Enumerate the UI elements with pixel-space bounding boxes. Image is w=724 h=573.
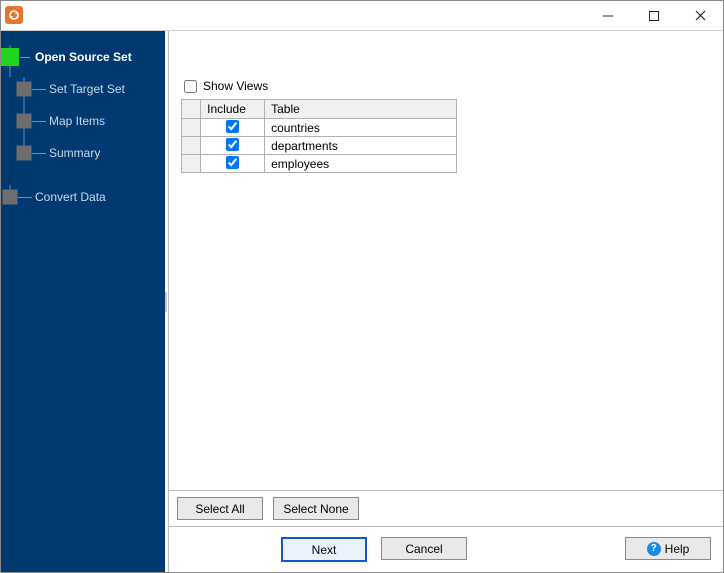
row-header[interactable]	[182, 137, 201, 155]
step-label: Summary	[49, 146, 100, 160]
step-open-source-set[interactable]: Open Source Set	[1, 45, 165, 69]
wizard-window: Open Source Set Set Target Set Map Items…	[0, 0, 724, 573]
row-header[interactable]	[182, 155, 201, 173]
app-icon	[5, 6, 23, 24]
select-all-button[interactable]: Select All	[177, 497, 263, 520]
include-checkbox[interactable]	[226, 120, 239, 133]
table-row[interactable]: countries	[182, 119, 457, 137]
step-label: Set Target Set	[49, 82, 125, 96]
wizard-footer: Next Cancel ? Help	[169, 526, 723, 572]
table-name-cell[interactable]: countries	[265, 119, 457, 137]
select-none-button[interactable]: Select None	[273, 497, 359, 520]
table-row[interactable]: employees	[182, 155, 457, 173]
titlebar	[1, 1, 723, 31]
col-table[interactable]: Table	[265, 100, 457, 119]
cancel-button[interactable]: Cancel	[381, 537, 467, 560]
tables-grid: Include Table countries	[181, 99, 457, 173]
step-map-items[interactable]: Map Items	[1, 109, 165, 133]
sidebar-splitter[interactable]	[165, 31, 168, 572]
next-button[interactable]: Next	[281, 537, 367, 562]
table-name-cell[interactable]: departments	[265, 137, 457, 155]
col-include[interactable]: Include	[201, 100, 265, 119]
step-label: Open Source Set	[35, 50, 132, 64]
step-summary[interactable]: Summary	[1, 141, 165, 165]
maximize-button[interactable]	[631, 1, 677, 30]
help-icon: ?	[647, 542, 661, 556]
step-convert-data[interactable]: Convert Data	[1, 185, 165, 209]
step-set-target-set[interactable]: Set Target Set	[1, 77, 165, 101]
show-views-checkbox[interactable]: Show Views	[181, 79, 711, 93]
help-label: Help	[665, 542, 690, 556]
table-name-cell[interactable]: employees	[265, 155, 457, 173]
step-label: Convert Data	[35, 190, 106, 204]
row-header-corner	[182, 100, 201, 119]
content-panel: Show Views Include Table	[168, 31, 723, 572]
show-views-input[interactable]	[184, 80, 197, 93]
close-button[interactable]	[677, 1, 723, 30]
show-views-label: Show Views	[203, 79, 268, 93]
minimize-button[interactable]	[585, 1, 631, 30]
step-label: Map Items	[49, 114, 105, 128]
wizard-steps-sidebar: Open Source Set Set Target Set Map Items…	[1, 31, 165, 572]
help-button[interactable]: ? Help	[625, 537, 711, 560]
table-row[interactable]: departments	[182, 137, 457, 155]
include-checkbox[interactable]	[226, 156, 239, 169]
selection-toolbar: Select All Select None	[169, 490, 723, 526]
include-checkbox[interactable]	[226, 138, 239, 151]
row-header[interactable]	[182, 119, 201, 137]
